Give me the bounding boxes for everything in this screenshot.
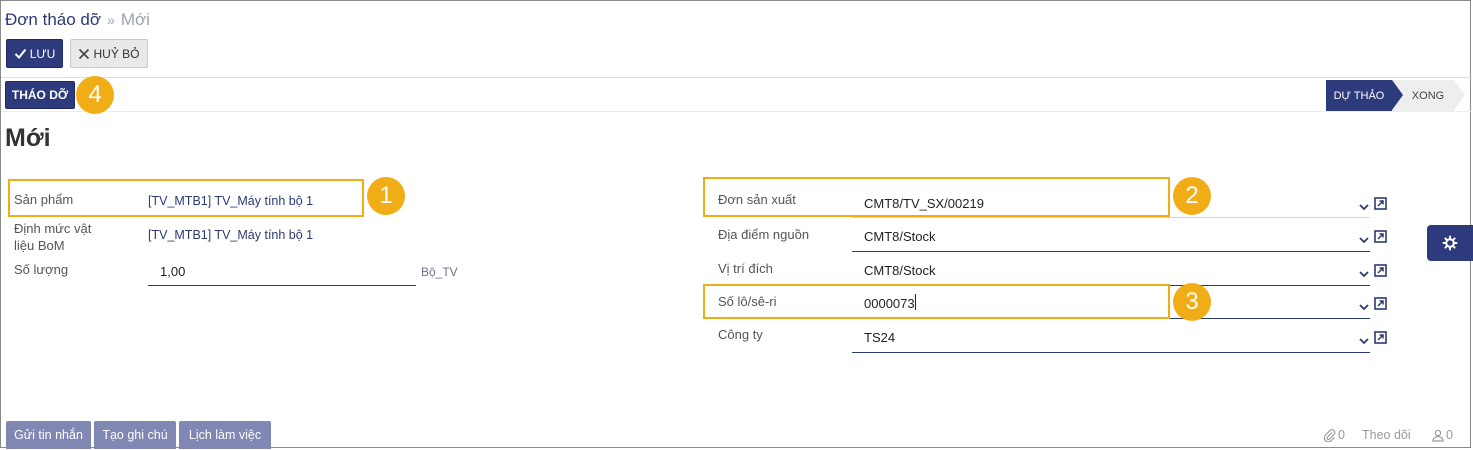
save-button-label: LƯU xyxy=(29,46,56,61)
breadcrumb-current: Mới xyxy=(120,10,150,29)
follow-button[interactable]: Theo dõi xyxy=(1362,428,1411,442)
attachments-count: 0 xyxy=(1338,428,1345,442)
destination-location-input[interactable]: CMT8/Stock xyxy=(864,263,936,278)
log-note-button[interactable]: Tạo ghi chú xyxy=(94,421,176,449)
external-link-icon[interactable] xyxy=(1374,230,1387,243)
breadcrumb: Đơn tháo dỡ » Mới xyxy=(5,10,150,30)
manufacturing-order-underline xyxy=(852,217,1370,218)
callout-box-2 xyxy=(703,177,1170,217)
followers-count: 0 xyxy=(1446,428,1453,442)
bom-field[interactable]: [TV_MTB1] TV_Máy tính bộ 1 xyxy=(148,228,313,242)
gear-icon xyxy=(1442,235,1458,251)
company-input[interactable]: TS24 xyxy=(864,330,895,345)
discard-button-label: HUỶ BỎ xyxy=(93,46,140,61)
quantity-input[interactable]: 1,00 xyxy=(160,264,185,279)
external-link-icon[interactable] xyxy=(1374,297,1387,310)
callout-badge-3: 3 xyxy=(1173,283,1211,321)
window-frame xyxy=(0,0,1471,448)
external-link-icon[interactable] xyxy=(1374,331,1387,344)
company-underline xyxy=(852,352,1370,353)
breadcrumb-parent[interactable]: Đơn tháo dỡ xyxy=(5,10,101,29)
quantity-unit: Bộ_TV xyxy=(421,265,458,279)
check-icon xyxy=(14,48,26,59)
external-link-icon[interactable] xyxy=(1374,264,1387,277)
chevron-down-icon[interactable] xyxy=(1358,234,1370,246)
chevron-down-icon[interactable] xyxy=(1358,268,1370,280)
callout-box-3 xyxy=(703,284,1170,319)
close-icon xyxy=(79,48,90,59)
chevron-down-icon[interactable] xyxy=(1358,335,1370,347)
company-label: Công ty xyxy=(718,327,763,342)
unbuild-button-label: THÁO DỠ xyxy=(11,88,69,102)
header-divider xyxy=(1,111,1472,112)
destination-location-label: Vị trí đích xyxy=(718,261,773,276)
callout-box-1 xyxy=(8,179,364,217)
source-location-label: Địa điểm nguồn xyxy=(718,227,810,242)
source-location-underline xyxy=(852,251,1370,252)
user-icon xyxy=(1432,429,1444,442)
callout-badge-1: 1 xyxy=(367,177,405,215)
unbuild-button[interactable]: THÁO DỠ xyxy=(5,81,75,109)
chevron-down-icon[interactable] xyxy=(1358,301,1370,313)
status-done-arrow xyxy=(1454,80,1465,110)
followers-counter[interactable]: 0 xyxy=(1432,428,1453,442)
record-title: Mới xyxy=(5,124,51,152)
settings-button[interactable] xyxy=(1427,225,1473,261)
bom-label-line2: liệu BoM xyxy=(14,238,65,253)
chevron-down-icon[interactable] xyxy=(1358,201,1370,213)
source-location-input[interactable]: CMT8/Stock xyxy=(864,229,936,244)
discard-button[interactable]: HUỶ BỎ xyxy=(70,39,148,68)
send-message-button[interactable]: Gửi tin nhắn xyxy=(6,421,91,449)
quantity-label: Số lượng xyxy=(14,262,69,277)
status-done-label: XONG xyxy=(1411,89,1445,102)
status-draft-label: DỰ THẢO xyxy=(1333,89,1385,102)
breadcrumb-separator: » xyxy=(107,12,115,28)
status-draft-arrow xyxy=(1392,80,1403,110)
toolbar-divider xyxy=(1,77,1472,78)
external-link-icon[interactable] xyxy=(1374,197,1387,210)
paperclip-icon xyxy=(1323,428,1336,442)
attachments-counter[interactable]: 0 xyxy=(1323,428,1345,442)
quantity-underline xyxy=(148,285,416,286)
schedule-activity-button[interactable]: Lịch làm việc xyxy=(179,421,271,449)
callout-badge-4: 4 xyxy=(76,76,114,114)
save-button[interactable]: LƯU xyxy=(6,39,63,68)
callout-badge-2: 2 xyxy=(1173,177,1211,215)
bom-label-line1: Định mức vật xyxy=(14,221,92,236)
status-draft[interactable]: DỰ THẢO xyxy=(1326,80,1392,111)
